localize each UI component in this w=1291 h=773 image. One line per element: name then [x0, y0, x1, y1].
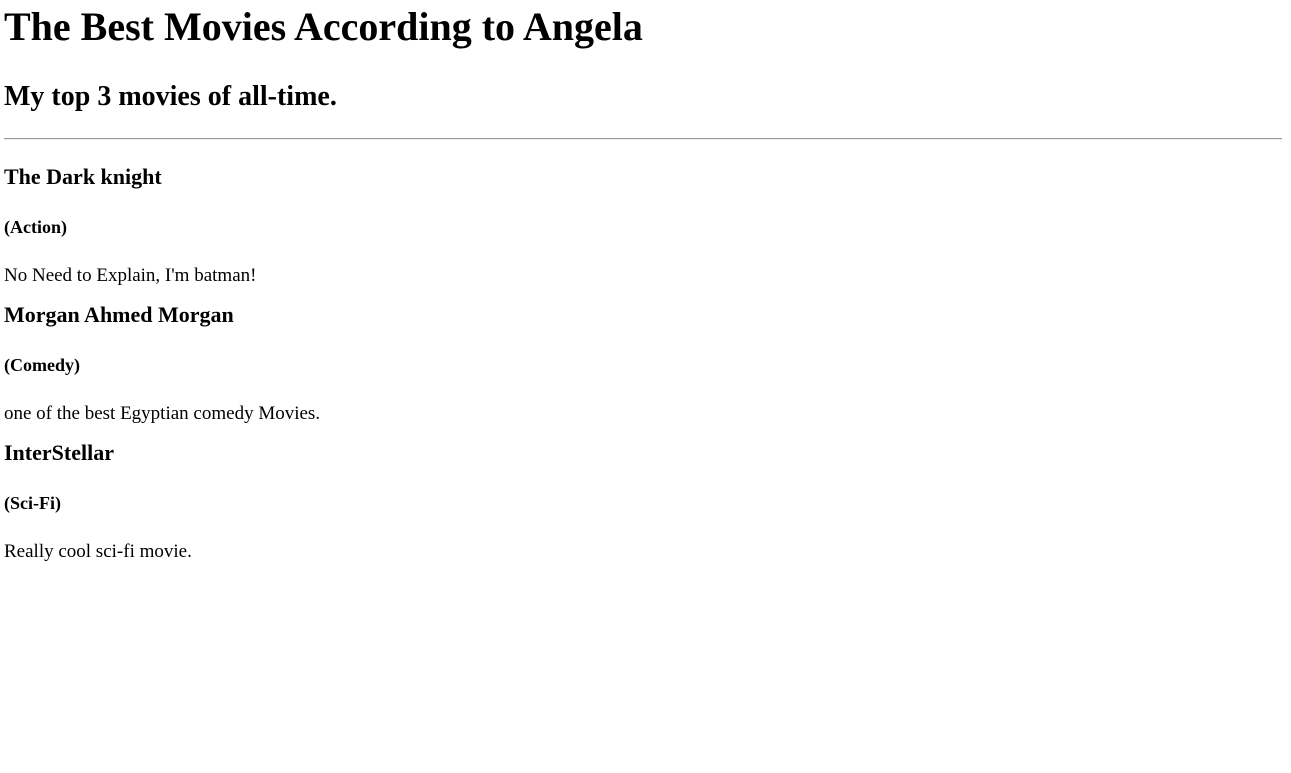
- page-subtitle: My top 3 movies of all-time.: [4, 81, 337, 112]
- movie-description: one of the best Egyptian comedy Movies.: [4, 403, 321, 424]
- movie-item: InterStellar (Sci-Fi) Really cool sci-fi…: [4, 440, 1287, 563]
- movie-title: The Dark knight: [4, 164, 162, 189]
- page-title: The Best Movies According to Angela: [4, 4, 643, 49]
- movie-description: No Need to Explain, I'm batman!: [4, 265, 257, 286]
- movie-title: InterStellar: [4, 440, 114, 465]
- movie-description: Really cool sci-fi movie.: [4, 541, 192, 562]
- movie-title: Morgan Ahmed Morgan: [4, 302, 234, 327]
- movie-genre: (Comedy): [4, 355, 80, 375]
- divider: [4, 138, 1282, 140]
- page: The Best Movies According to Angela My t…: [0, 4, 1291, 563]
- movie-item: Morgan Ahmed Morgan (Comedy) one of the …: [4, 302, 1287, 425]
- movie-genre: (Action): [4, 217, 67, 237]
- movie-item: The Dark knight (Action) No Need to Expl…: [4, 164, 1287, 287]
- movie-genre: (Sci-Fi): [4, 493, 61, 513]
- movie-list: The Dark knight (Action) No Need to Expl…: [4, 164, 1287, 563]
